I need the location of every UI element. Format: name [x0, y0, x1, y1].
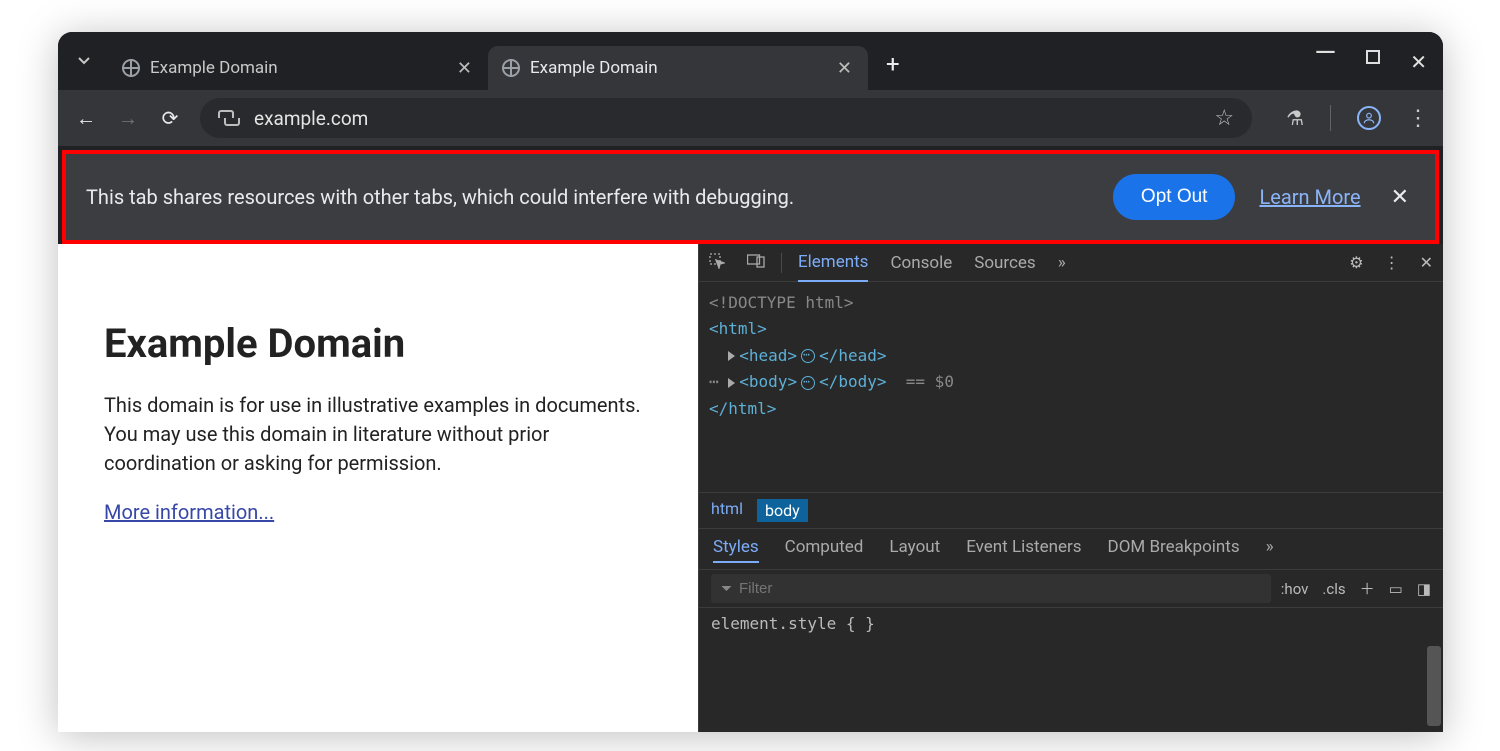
devtools-tabs: Elements Console Sources » ⚙ ⋮ ✕	[699, 244, 1443, 282]
globe-icon	[122, 59, 140, 77]
styles-filter-row: ⏷ :hov .cls ＋ ▭ ◨	[699, 570, 1443, 608]
new-style-rule-icon[interactable]: ＋	[1360, 578, 1375, 599]
bookmark-star-icon[interactable]: ☆	[1214, 106, 1234, 131]
debugging-infobar: This tab shares resources with other tab…	[66, 154, 1435, 240]
ellipsis-icon[interactable]	[801, 349, 815, 363]
opt-out-button[interactable]: Opt Out	[1113, 174, 1236, 220]
new-tab-button[interactable]: +	[868, 50, 918, 90]
dom-tree[interactable]: <!DOCTYPE html> <html> <head></head> ⋯ <…	[699, 282, 1443, 492]
profile-button[interactable]	[1357, 106, 1381, 130]
expand-triangle-icon[interactable]	[728, 378, 735, 388]
infobar-highlight: This tab shares resources with other tab…	[62, 150, 1439, 244]
device-toolbar-icon[interactable]	[747, 254, 765, 272]
more-menu-button[interactable]: ⋮	[1407, 106, 1427, 131]
page-paragraph: This domain is for use in illustrative e…	[104, 391, 652, 478]
devtools-settings-icon[interactable]: ⚙	[1349, 253, 1363, 272]
styles-filter-input[interactable]	[711, 574, 1271, 603]
close-tab-button[interactable]: ✕	[831, 58, 858, 79]
tabs-dropdown-button[interactable]	[68, 44, 100, 76]
subtab-computed[interactable]: Computed	[785, 537, 864, 563]
crumb-body[interactable]: body	[757, 499, 808, 522]
filter-icon: ⏷	[721, 581, 732, 597]
learn-more-link[interactable]: Learn More	[1259, 185, 1360, 209]
close-window-button[interactable]: ✕	[1410, 50, 1427, 74]
dom-breadcrumb: html body	[699, 492, 1443, 529]
tab-title: Example Domain	[150, 58, 278, 78]
browser-window: Example Domain ✕ Example Domain ✕ + — ✕ …	[58, 32, 1443, 732]
subtab-styles[interactable]: Styles	[713, 537, 759, 563]
tab-1[interactable]: Example Domain ✕	[488, 46, 868, 90]
devtools-more-icon[interactable]: ⋮	[1384, 253, 1400, 272]
close-tab-button[interactable]: ✕	[451, 58, 478, 79]
forward-button[interactable]: →	[116, 106, 140, 131]
devtools-close-icon[interactable]: ✕	[1420, 253, 1433, 272]
devtools-tabs-overflow[interactable]: »	[1058, 245, 1066, 281]
subtab-dom-breakpoints[interactable]: DOM Breakpoints	[1108, 537, 1240, 563]
window-controls: — ✕	[1314, 50, 1427, 74]
tab-strip: Example Domain ✕ Example Domain ✕ + — ✕	[58, 32, 1443, 90]
experiments-icon[interactable]: ⚗	[1286, 106, 1304, 130]
more-information-link[interactable]: More information...	[104, 500, 274, 524]
dom-html-open: <html>	[709, 319, 767, 338]
subtab-event-listeners[interactable]: Event Listeners	[966, 537, 1081, 563]
toggle-sidebar-icon[interactable]: ◨	[1417, 580, 1431, 598]
row-handle-icon[interactable]: ⋯	[709, 372, 719, 391]
devtools-tab-elements[interactable]: Elements	[798, 244, 868, 282]
dom-doctype: <!DOCTYPE html>	[709, 293, 854, 312]
hov-toggle[interactable]: :hov	[1281, 580, 1309, 598]
minimize-button[interactable]: —	[1314, 50, 1336, 74]
devtools-tab-console[interactable]: Console	[890, 245, 952, 281]
tab-0[interactable]: Example Domain ✕	[108, 46, 488, 90]
styles-sub-tabs: Styles Computed Layout Event Listeners D…	[699, 529, 1443, 570]
cls-toggle[interactable]: .cls	[1322, 580, 1345, 598]
back-button[interactable]: ←	[74, 106, 98, 131]
inspect-element-icon[interactable]	[709, 253, 725, 273]
omnibox[interactable]: example.com ☆	[200, 98, 1252, 138]
maximize-button[interactable]	[1366, 50, 1380, 64]
site-settings-icon[interactable]	[218, 110, 240, 126]
toolbar: ← → ⟳ example.com ☆ ⚗ ⋮	[58, 90, 1443, 146]
omnibox-url: example.com	[254, 107, 368, 130]
styles-pane[interactable]: element.style { }	[699, 608, 1443, 639]
subtab-layout[interactable]: Layout	[889, 537, 940, 563]
dom-html-close: </html>	[709, 399, 776, 418]
tab-title: Example Domain	[530, 58, 658, 78]
scrollbar-thumb[interactable]	[1427, 646, 1441, 726]
computed-styles-icon[interactable]: ▭	[1389, 580, 1403, 598]
devtools-tab-sources[interactable]: Sources	[974, 245, 1035, 281]
content-area: Example Domain This domain is for use in…	[58, 244, 1443, 732]
reload-button[interactable]: ⟳	[158, 106, 182, 130]
expand-triangle-icon[interactable]	[728, 351, 735, 361]
devtools-panel: Elements Console Sources » ⚙ ⋮ ✕ <!DOCTY…	[698, 244, 1443, 732]
close-infobar-button[interactable]: ✕	[1385, 185, 1415, 210]
page-heading: Example Domain	[104, 320, 652, 367]
subtabs-overflow[interactable]: »	[1266, 537, 1274, 563]
infobar-message: This tab shares resources with other tab…	[86, 185, 1089, 209]
toolbar-divider	[1330, 105, 1331, 131]
page-content: Example Domain This domain is for use in…	[58, 244, 698, 732]
toolbar-right: ⚗ ⋮	[1286, 105, 1427, 131]
crumb-html[interactable]: html	[711, 499, 743, 522]
ellipsis-icon[interactable]	[801, 376, 815, 390]
globe-icon	[502, 59, 520, 77]
